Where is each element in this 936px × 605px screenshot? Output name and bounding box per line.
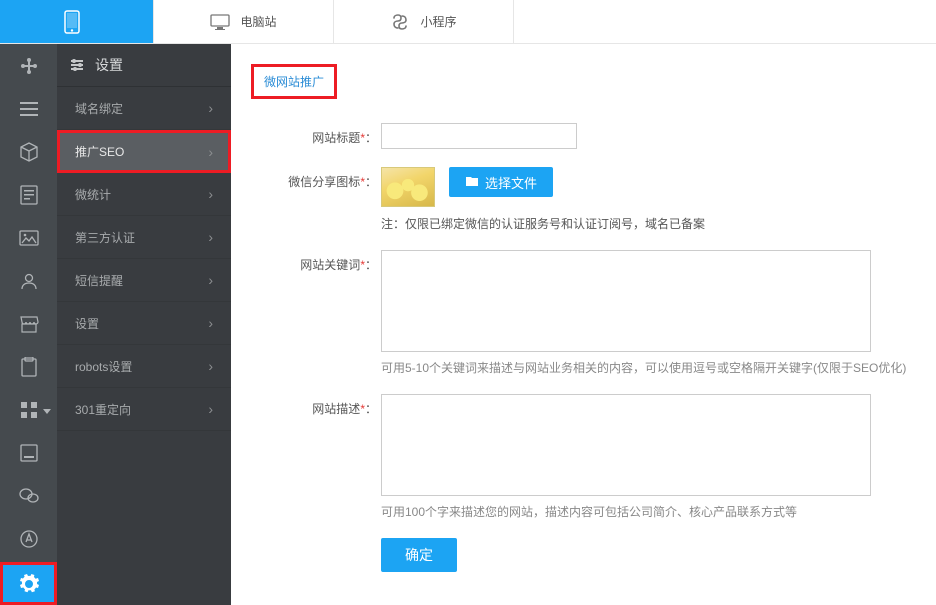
chevron-right-icon: ›	[208, 144, 213, 160]
iconbar	[0, 44, 57, 605]
sidebar-item-robots[interactable]: robots设置›	[57, 345, 231, 388]
main-content: 微网站推广 网站标题*： 微信分享图标*： 选择文件 注：仅限已绑定微信的认证服…	[231, 44, 936, 605]
submit-button[interactable]: 确定	[381, 538, 457, 572]
iconbar-settings[interactable]	[0, 562, 57, 605]
iconbar-wechat[interactable]	[0, 474, 57, 517]
label-site-title: 网站标题*：	[251, 123, 381, 149]
label-desc: 网站描述*：	[251, 394, 381, 520]
miniprogram-icon	[390, 12, 410, 32]
label-share-icon: 微信分享图标*：	[251, 167, 381, 232]
label-keywords: 网站关键词*：	[251, 250, 381, 376]
sidebar-item-config[interactable]: 设置›	[57, 302, 231, 345]
chevron-right-icon: ›	[208, 186, 213, 202]
upload-button[interactable]: 选择文件	[449, 167, 553, 197]
chevron-right-icon: ›	[208, 229, 213, 245]
tab-miniprogram-label: 小程序	[420, 13, 456, 30]
iconbar-add[interactable]	[0, 44, 57, 87]
iconbar-user[interactable]	[0, 259, 57, 302]
mobile-icon	[64, 10, 80, 34]
iconbar-shop[interactable]	[0, 302, 57, 345]
input-site-title[interactable]	[381, 123, 577, 149]
tab-mobile[interactable]	[0, 0, 154, 43]
chevron-right-icon: ›	[208, 272, 213, 288]
tab-miniprogram[interactable]: 小程序	[334, 0, 514, 43]
iconbar-grid[interactable]	[0, 388, 57, 431]
settings-subpanel: 设置 域名绑定› 推广SEO› 微统计› 第三方认证› 短信提醒› 设置› ro…	[57, 44, 231, 605]
iconbar-app[interactable]	[0, 517, 57, 560]
chevron-right-icon: ›	[208, 401, 213, 417]
chevron-right-icon: ›	[208, 100, 213, 116]
iconbar-cube[interactable]	[0, 130, 57, 173]
topbar: 电脑站 小程序	[0, 0, 936, 44]
sidebar-item-seo[interactable]: 推广SEO›	[57, 130, 231, 173]
chevron-right-icon: ›	[208, 315, 213, 331]
textarea-desc[interactable]	[381, 394, 871, 496]
sidebar-item-domain[interactable]: 域名绑定›	[57, 87, 231, 130]
sidebar-item-sms[interactable]: 短信提醒›	[57, 259, 231, 302]
thumb-preview	[381, 167, 435, 207]
iconbar-clipboard[interactable]	[0, 345, 57, 388]
desktop-icon	[210, 14, 230, 30]
caret-down-icon	[43, 403, 51, 417]
hint-desc: 可用100个字来描述您的网站，描述内容可包括公司简介、核心产品联系方式等	[381, 503, 936, 520]
iconbar-list[interactable]	[0, 87, 57, 130]
hint-keywords: 可用5-10个关键词来描述与网站业务相关的内容，可以使用逗号或空格隔开关键字(仅…	[381, 359, 936, 376]
folder-icon	[465, 175, 479, 190]
subpanel-header: 设置	[57, 44, 231, 87]
subpanel-title: 设置	[95, 55, 123, 75]
iconbar-book[interactable]	[0, 431, 57, 474]
chevron-right-icon: ›	[208, 358, 213, 374]
tab-desktop-label: 电脑站	[240, 13, 276, 30]
tab-desktop[interactable]: 电脑站	[154, 0, 334, 43]
textarea-keywords[interactable]	[381, 250, 871, 352]
iconbar-image[interactable]	[0, 216, 57, 259]
breadcrumb[interactable]: 微网站推广	[251, 64, 337, 99]
sidebar-item-301[interactable]: 301重定向›	[57, 388, 231, 431]
settings-header-icon	[69, 57, 85, 73]
sidebar-item-auth[interactable]: 第三方认证›	[57, 216, 231, 259]
sidebar-item-stats[interactable]: 微统计›	[57, 173, 231, 216]
iconbar-doc[interactable]	[0, 173, 57, 216]
share-note: 注：仅限已绑定微信的认证服务号和认证订阅号，域名已备案	[381, 215, 936, 232]
